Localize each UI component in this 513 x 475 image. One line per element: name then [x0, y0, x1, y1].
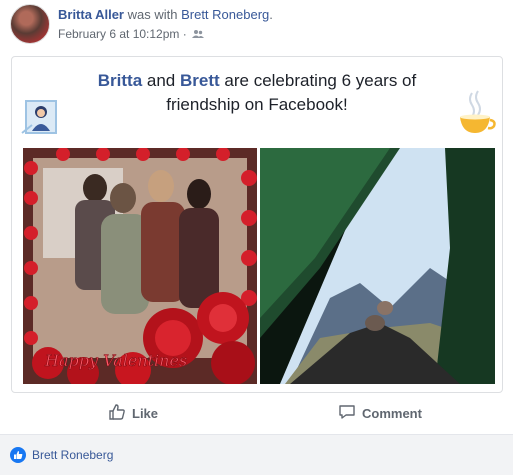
- friends-icon[interactable]: [192, 28, 205, 42]
- friend-name-1[interactable]: Britta: [98, 71, 142, 90]
- like-button[interactable]: Like: [108, 403, 158, 424]
- teacup-illustration: [454, 87, 496, 137]
- friendship-anniversary-card[interactable]: Britta and Brett are celebrating 6 years…: [11, 56, 503, 393]
- friend-name-2[interactable]: Brett: [180, 71, 220, 90]
- post-timestamp[interactable]: February 6 at 10:12pm: [58, 27, 179, 41]
- author-line: Britta Aller was with Brett Roneberg.: [58, 7, 273, 22]
- comment-label: Comment: [362, 406, 422, 421]
- tent-mountain-view-photo[interactable]: [260, 148, 495, 384]
- reaction-names[interactable]: Brett Roneberg: [32, 448, 113, 462]
- valentine-frame-text: Happy Valentines: [44, 351, 187, 370]
- was-with-text: was with: [127, 7, 178, 22]
- and-text: and: [146, 71, 176, 90]
- reaction-summary[interactable]: Brett Roneberg: [10, 447, 113, 463]
- group-photo-valentine-frame[interactable]: Happy Valentines: [23, 148, 257, 384]
- tagged-suffix: .: [269, 7, 273, 22]
- author-name[interactable]: Britta Aller: [58, 7, 124, 22]
- post-meta: February 6 at 10:12pm ·: [58, 27, 205, 42]
- celebration-line1-rest: are celebrating 6 years of: [224, 71, 417, 90]
- like-label: Like: [132, 406, 159, 421]
- post-header: Britta Aller was with Brett Roneberg. Fe…: [10, 4, 510, 44]
- meta-separator: ·: [182, 27, 187, 41]
- thumbs-up-icon: [108, 403, 126, 424]
- author-avatar[interactable]: [10, 4, 50, 44]
- comment-icon: [338, 403, 356, 424]
- celebration-line2: friendship on Facebook!: [166, 95, 348, 114]
- framed-portrait-illustration: [20, 97, 62, 137]
- tagged-friend-name[interactable]: Brett Roneberg: [181, 7, 269, 22]
- like-reaction-icon: [10, 447, 26, 463]
- comment-button[interactable]: Comment: [338, 403, 422, 424]
- photo-collage: Happy Valentines: [23, 148, 495, 384]
- post-actions: Like Comment: [0, 395, 513, 433]
- celebration-text: Britta and Brett are celebrating 6 years…: [12, 69, 502, 117]
- reactions-footer: Brett Roneberg: [0, 434, 513, 475]
